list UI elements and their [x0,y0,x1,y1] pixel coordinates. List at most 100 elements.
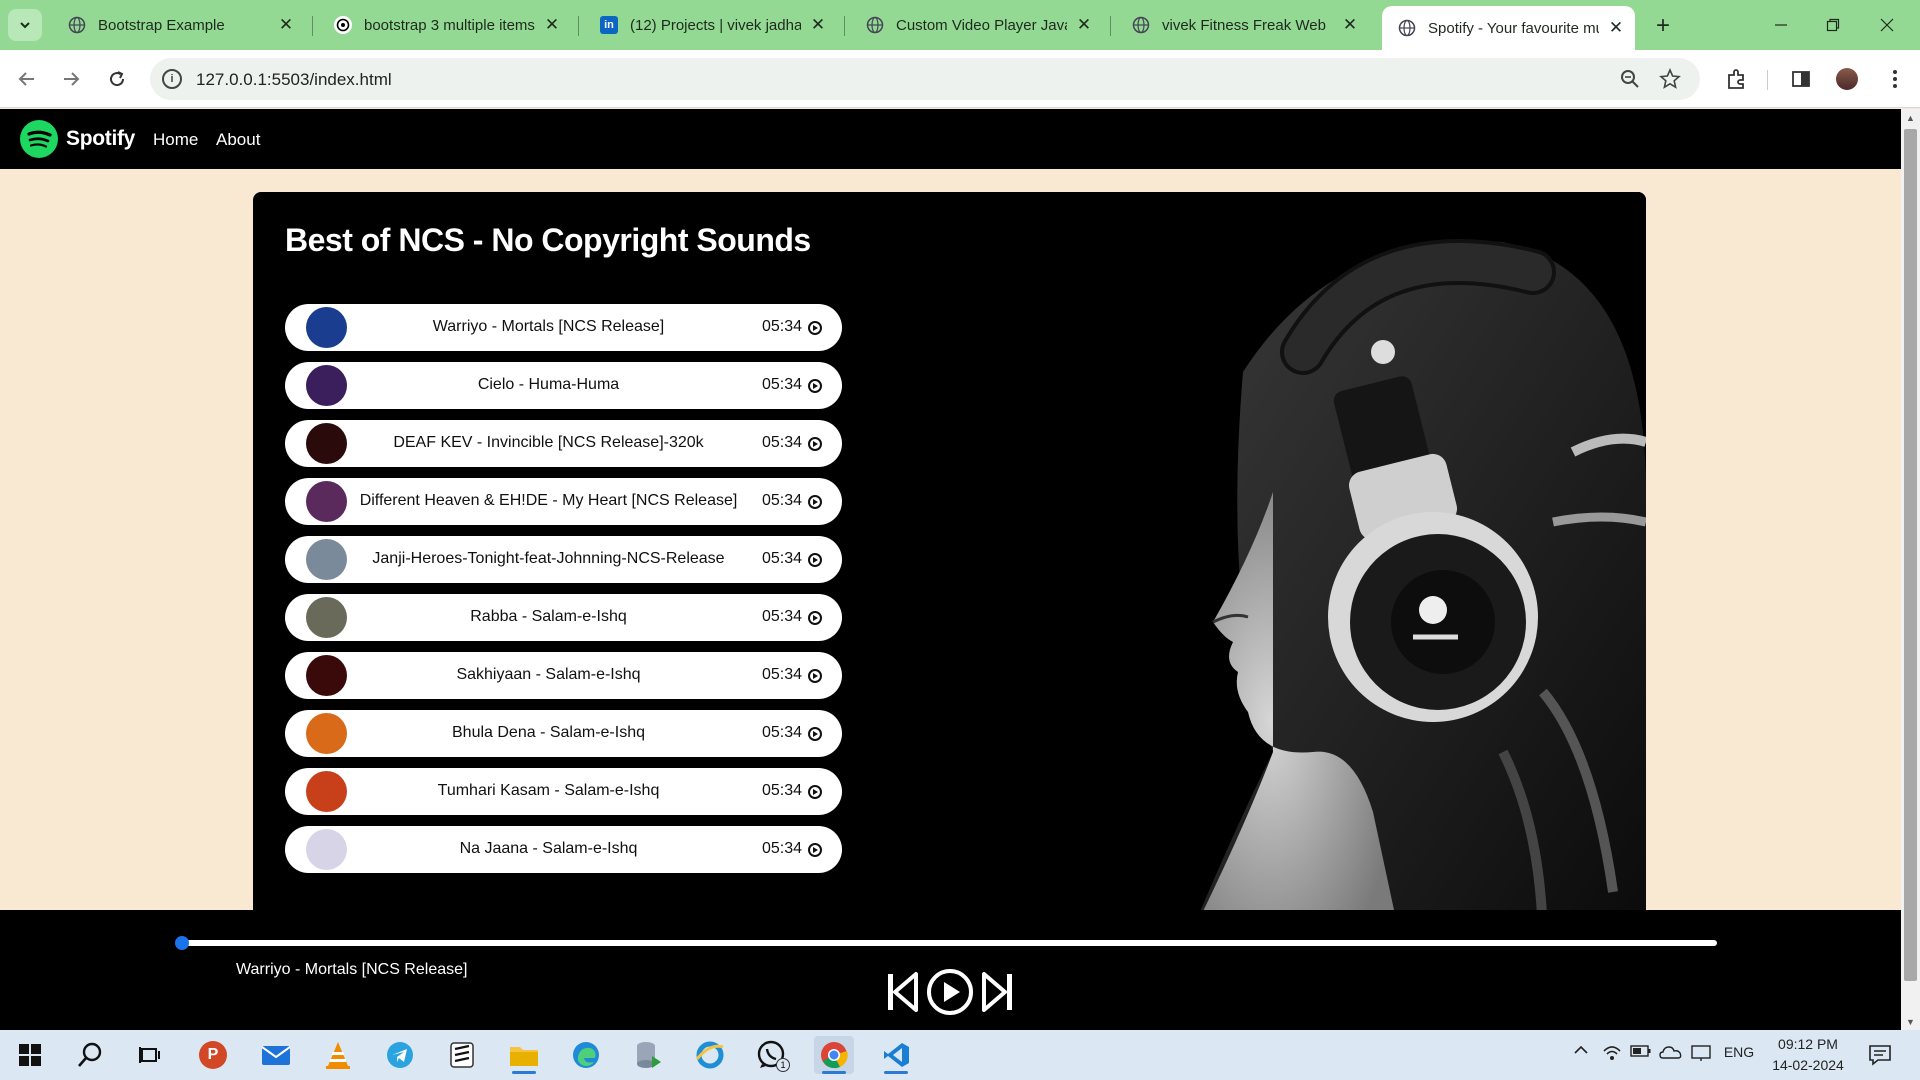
start-button[interactable] [10,1036,50,1074]
sublime-text-icon[interactable] [442,1036,482,1074]
browser-tab[interactable]: vivek Fitness Freak Web ✕ [1116,6,1369,44]
tab-close-icon[interactable]: ✕ [809,15,827,34]
song-item[interactable]: Cielo - Huma-Huma 05:34 [285,362,842,409]
song-item[interactable]: Janji-Heroes-Tonight-feat-Johnning-NCS-R… [285,536,842,583]
play-circle-icon[interactable] [808,553,822,567]
next-track-icon[interactable] [980,968,1014,1016]
close-window-button[interactable] [1858,8,1916,42]
notifications-icon[interactable] [1866,1044,1894,1066]
mail-icon[interactable] [256,1036,296,1074]
play-circle-icon[interactable] [808,727,822,741]
browser-tab-active[interactable]: Spotify - Your favourite mu ✕ [1382,6,1635,50]
tab-close-icon[interactable]: ✕ [277,15,295,34]
zoom-icon[interactable] [1618,67,1642,91]
scrollbar-thumb[interactable] [1904,129,1917,981]
address-bar[interactable]: i 127.0.0.1:5503/index.html [150,58,1700,100]
task-view-icon[interactable] [130,1036,170,1074]
nav-about-link[interactable]: About [216,130,260,150]
wifi-icon[interactable] [1601,1044,1623,1062]
page-viewport: Spotify Home About Best of NCS - No Copy… [0,109,1901,1030]
chevron-down-icon [20,22,30,29]
nav-home-link[interactable]: Home [153,130,198,150]
onedrive-icon[interactable] [1659,1044,1683,1060]
battery-icon[interactable] [1630,1044,1652,1058]
progress-bar[interactable] [175,936,1717,950]
telegram-icon[interactable] [380,1036,420,1074]
play-circle-icon[interactable] [808,843,822,857]
song-item[interactable]: Different Heaven & EH!DE - My Heart [NCS… [285,478,842,525]
plus-icon: + [1655,12,1670,39]
clock[interactable]: 09:12 PM 14-02-2024 [1768,1034,1848,1076]
play-circle-icon[interactable] [808,495,822,509]
previous-track-icon[interactable] [886,968,920,1016]
tab-close-icon[interactable]: ✕ [1607,18,1625,37]
song-duration: 05:34 [761,318,802,335]
new-tab-button[interactable]: + [1648,12,1678,40]
song-item[interactable]: Bhula Dena - Salam-e-Ishq 05:34 [285,710,842,757]
language-indicator[interactable]: ENG [1722,1044,1756,1060]
clock-date: 14-02-2024 [1772,1057,1844,1073]
bookmark-star-icon[interactable] [1658,67,1682,91]
powerpoint-icon[interactable]: P [193,1036,233,1074]
browser-tab[interactable]: in (12) Projects | vivek jadhav ✕ [584,6,837,44]
song-item[interactable]: Rabba - Salam-e-Ishq 05:34 [285,594,842,641]
page-scrollbar[interactable]: ▲ ▼ [1901,109,1920,1030]
globe-icon [68,16,86,34]
file-explorer-icon[interactable] [504,1036,544,1074]
song-name: Different Heaven & EH!DE - My Heart [NCS… [359,492,738,509]
database-icon[interactable] [628,1036,668,1074]
song-cover [306,365,347,406]
show-hidden-icons[interactable] [1570,1044,1592,1054]
url-text[interactable]: 127.0.0.1:5503/index.html [196,70,392,90]
side-panel-icon[interactable] [1786,64,1816,94]
play-circle-icon[interactable] [808,785,822,799]
scroll-up-icon[interactable]: ▲ [1901,109,1920,126]
brand-name[interactable]: Spotify [66,127,135,151]
headphones-woman-image [1073,192,1646,952]
profile-avatar[interactable] [1832,64,1862,94]
play-circle-icon[interactable] [808,437,822,451]
extensions-icon[interactable] [1722,64,1752,94]
tab-close-icon[interactable]: ✕ [543,15,561,34]
browser-tab[interactable]: Custom Video Player JavaS ✕ [850,6,1103,44]
play-circle-icon[interactable] [808,379,822,393]
site-info-icon[interactable]: i [162,69,182,89]
whatsapp-icon[interactable]: 1 [752,1036,792,1074]
forward-button[interactable] [54,62,88,96]
play-circle-icon[interactable] [808,669,822,683]
spotify-logo-icon[interactable] [20,120,58,158]
song-item[interactable]: Sakhiyaan - Salam-e-Ishq 05:34 [285,652,842,699]
browser-tab[interactable]: bootstrap 3 multiple items ✕ [318,6,571,44]
play-icon[interactable] [926,968,974,1016]
playlist-title: Best of NCS - No Copyright Sounds [285,222,811,258]
play-circle-icon[interactable] [808,611,822,625]
chrome-icon[interactable] [814,1036,854,1074]
song-item[interactable]: Tumhari Kasam - Salam-e-Ishq 05:34 [285,768,842,815]
tab-search-button[interactable] [8,9,42,41]
song-item[interactable]: Na Jaana - Salam-e-Ishq 05:34 [285,826,842,873]
internet-explorer-icon[interactable] [690,1036,730,1074]
vscode-icon[interactable] [876,1036,916,1074]
vlc-icon[interactable] [318,1036,358,1074]
back-button[interactable] [10,62,44,96]
tab-close-icon[interactable]: ✕ [1075,15,1093,34]
song-name: Cielo - Huma-Huma [477,376,620,393]
tab-title: Spotify - Your favourite mu [1428,19,1599,37]
reload-button[interactable] [100,62,134,96]
song-item[interactable]: DEAF KEV - Invincible [NCS Release]-320k… [285,420,842,467]
tab-close-icon[interactable]: ✕ [1341,15,1359,34]
progress-thumb[interactable] [175,936,189,950]
globe-icon [1132,16,1150,34]
play-circle-icon[interactable] [808,321,822,335]
restore-icon [1826,18,1840,32]
tab-separator [578,16,579,36]
browser-menu-icon[interactable] [1880,64,1910,94]
scroll-down-icon[interactable]: ▼ [1901,1013,1920,1030]
minimize-button[interactable] [1752,8,1810,42]
display-icon[interactable] [1690,1044,1712,1062]
song-item[interactable]: Warriyo - Mortals [NCS Release] 05:34 [285,304,842,351]
restore-button[interactable] [1804,8,1862,42]
edge-icon[interactable] [566,1036,606,1074]
search-icon[interactable] [70,1036,110,1074]
browser-tab[interactable]: Bootstrap Example ✕ [52,6,305,44]
